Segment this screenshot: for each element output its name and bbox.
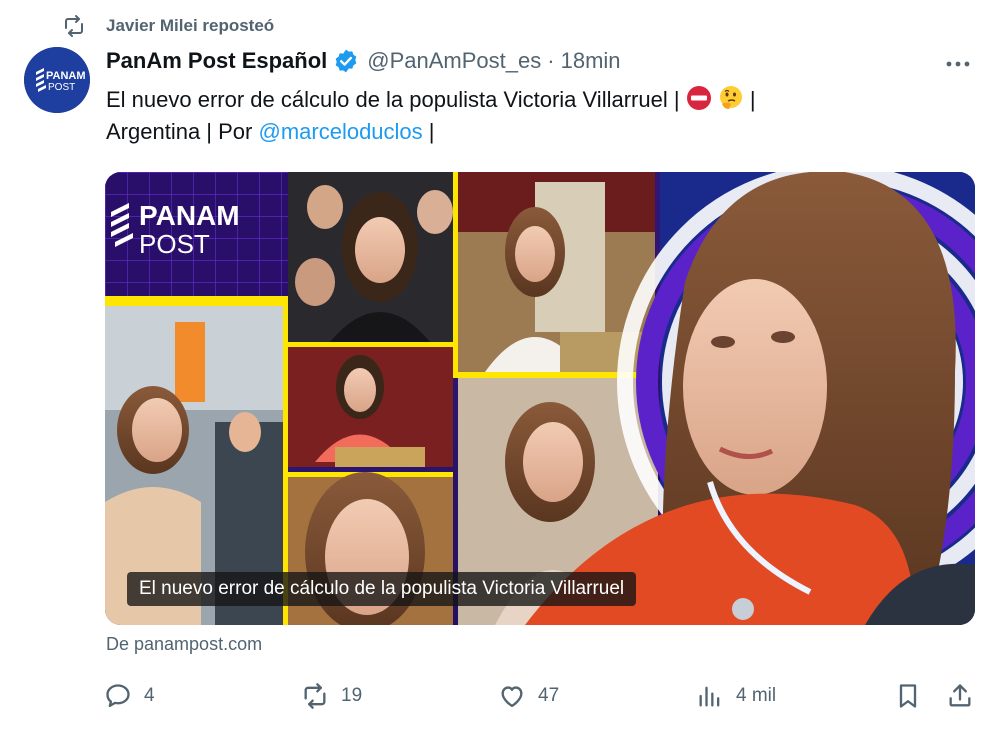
card-logo-text: PANAM POST (139, 200, 240, 259)
tweet-header: PanAm Post Español @PanAmPost_es · 18min (106, 48, 621, 74)
no-entry-icon (686, 86, 711, 110)
svg-text:PANAM: PANAM (46, 70, 86, 82)
bookmark-button[interactable] (894, 682, 934, 710)
author-handle[interactable]: @PanAmPost_es (367, 48, 541, 74)
card-source[interactable]: De panampost.com (106, 634, 262, 655)
like-button[interactable]: 47 (498, 682, 559, 710)
like-count: 47 (538, 685, 560, 706)
tweet-text-part: | (428, 119, 435, 144)
link-card[interactable]: PANAM POST El nuevo error de cálculo de … (105, 172, 975, 625)
more-options-button[interactable] (944, 50, 972, 78)
repost-icon (304, 683, 326, 709)
reply-button[interactable]: 4 (104, 682, 155, 710)
thinking-face-icon (719, 86, 742, 109)
mention-link[interactable]: @marceloduclos (258, 119, 422, 144)
card-logo-main: PANAM (139, 200, 240, 231)
repost-indicator[interactable]: Javier Milei reposteó (62, 14, 274, 38)
share-button[interactable] (946, 682, 986, 710)
verified-badge-icon (335, 49, 357, 73)
more-dots-icon (946, 61, 970, 67)
repost-label: Javier Milei reposteó (106, 16, 275, 35)
tweet-text: El nuevo error de cálculo de la populist… (106, 84, 946, 148)
repost-button[interactable]: 19 (301, 682, 362, 710)
reply-count: 4 (144, 685, 155, 706)
views-count: 4 mil (736, 685, 777, 706)
tweet-text-part: El nuevo error de cálculo de la populist… (106, 87, 680, 112)
svg-text:POST: POST (48, 82, 75, 93)
repost-icon (65, 15, 83, 37)
reply-icon (106, 684, 130, 708)
share-icon (949, 684, 971, 707)
tweet-text-part: | (749, 87, 756, 112)
tweet-actions: 4 19 47 4 mil (104, 682, 974, 716)
timestamp[interactable]: 18min (561, 48, 621, 74)
tweet-text-part: Argentina | Por (106, 119, 253, 144)
analytics-icon (699, 686, 720, 707)
card-logo-sub: POST (139, 229, 210, 259)
views-button[interactable]: 4 mil (696, 682, 776, 710)
repost-count: 19 (341, 685, 363, 706)
panampost-logo: PANAM POST (24, 47, 90, 113)
separator-dot: · (547, 48, 555, 73)
bookmark-icon (899, 684, 917, 708)
card-caption: El nuevo error de cálculo de la populist… (127, 572, 637, 606)
heart-icon (501, 686, 523, 708)
avatar[interactable]: PANAM POST (24, 47, 90, 113)
author-name[interactable]: PanAm Post Español (106, 48, 327, 74)
